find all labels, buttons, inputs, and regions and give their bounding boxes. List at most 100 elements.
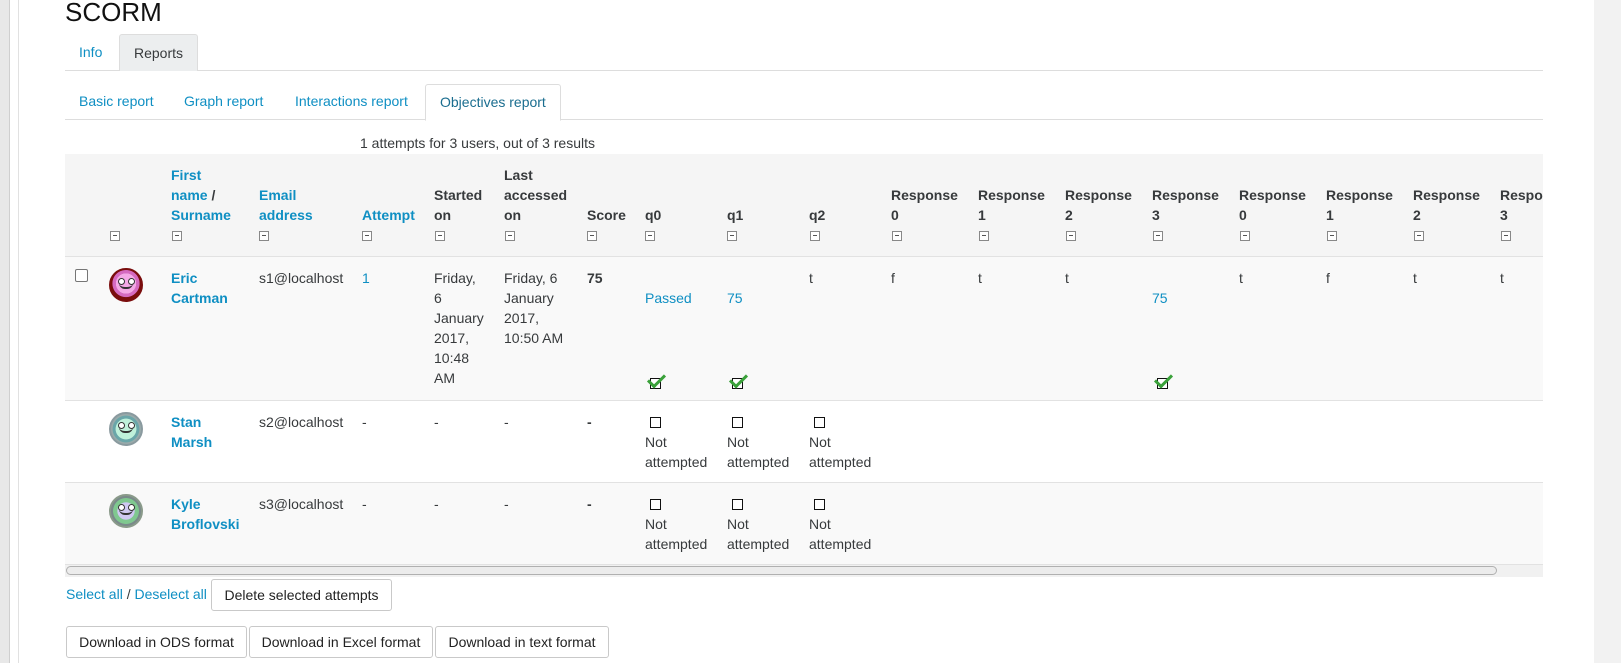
header-q1: q1 bbox=[727, 207, 744, 223]
last-accessed-value: - bbox=[504, 414, 509, 430]
tab-objectives-report[interactable]: Objectives report bbox=[425, 84, 561, 121]
collapse-icon[interactable] bbox=[1240, 231, 1250, 241]
header-response-0b: Response 0 bbox=[1239, 187, 1306, 223]
header-email: Email address bbox=[259, 185, 329, 225]
collapse-icon[interactable] bbox=[110, 231, 120, 241]
response-value: f bbox=[1326, 270, 1330, 286]
tab-graph-report[interactable]: Graph report bbox=[170, 84, 277, 119]
attempts-summary: 1 attempts for 3 users, out of 3 results bbox=[360, 135, 595, 151]
not-attempted-icon bbox=[650, 417, 661, 428]
collapse-icon[interactable] bbox=[1066, 231, 1076, 241]
download-ods-button[interactable]: Download in ODS format bbox=[66, 626, 247, 658]
table-row: Kyle Broflovski s3@localhost - - - - Not… bbox=[65, 483, 1543, 565]
download-excel-button[interactable]: Download in Excel format bbox=[249, 626, 433, 658]
user-name-link[interactable]: Stan Marsh bbox=[171, 412, 241, 452]
left-border bbox=[0, 0, 10, 663]
tab-info[interactable]: Info bbox=[65, 34, 116, 69]
delete-selected-attempts-button[interactable]: Delete selected attempts bbox=[211, 579, 392, 611]
sort-surname[interactable]: Surname bbox=[171, 207, 231, 223]
collapse-icon[interactable] bbox=[505, 231, 515, 241]
sort-email[interactable]: Email address bbox=[259, 187, 313, 223]
not-attempted-icon bbox=[814, 417, 825, 428]
header-score: Score bbox=[587, 207, 626, 223]
collapse-icon[interactable] bbox=[362, 231, 372, 241]
header-response-1: Response 1 bbox=[978, 187, 1045, 223]
collapse-icon[interactable] bbox=[979, 231, 989, 241]
last-accessed-value: Friday, 6 January 2017, 10:50 AM bbox=[504, 270, 564, 346]
collapse-icon[interactable] bbox=[435, 231, 445, 241]
not-attempted-icon bbox=[732, 417, 743, 428]
q1-status: Not attempted bbox=[727, 434, 790, 470]
q0-status-link[interactable]: Passed bbox=[645, 288, 692, 308]
response-value: t bbox=[1239, 270, 1243, 286]
row-select-checkbox[interactable] bbox=[75, 269, 88, 282]
horizontal-scrollbar-thumb[interactable] bbox=[66, 566, 1497, 575]
attempt-value: - bbox=[362, 414, 367, 430]
header-response-3b: Respo 3 bbox=[1500, 187, 1543, 223]
started-value: Friday, 6 January 2017, 10:48 AM bbox=[434, 270, 484, 386]
email-value: s2@localhost bbox=[259, 414, 344, 430]
collapse-icon[interactable] bbox=[1501, 231, 1511, 241]
collapse-icon[interactable] bbox=[727, 231, 737, 241]
collapse-icon[interactable] bbox=[1153, 231, 1163, 241]
collapse-icon[interactable] bbox=[810, 231, 820, 241]
attempt-link[interactable]: 1 bbox=[362, 268, 370, 288]
collapse-icon[interactable] bbox=[892, 231, 902, 241]
objectives-table: First name / Surname Email address Attem… bbox=[65, 154, 1543, 578]
header-q0: q0 bbox=[645, 207, 662, 223]
passed-check-icon bbox=[1157, 378, 1168, 389]
header-attempt: Attempt bbox=[362, 205, 415, 225]
header-response-1b: Response 1 bbox=[1326, 187, 1393, 223]
header-response-2: Response 2 bbox=[1065, 187, 1132, 223]
header-started-on: Started on bbox=[434, 187, 483, 223]
response-value: t bbox=[1413, 270, 1417, 286]
right-gutter bbox=[1594, 0, 1621, 663]
avatar bbox=[109, 268, 143, 302]
user-name-link[interactable]: Kyle Broflovski bbox=[171, 494, 251, 534]
not-attempted-icon bbox=[650, 499, 661, 510]
response-value: f bbox=[891, 270, 895, 286]
avatar bbox=[109, 412, 143, 446]
left-border-line bbox=[18, 0, 19, 663]
email-value: s1@localhost bbox=[259, 270, 344, 286]
last-accessed-value: - bbox=[504, 496, 509, 512]
started-value: - bbox=[434, 496, 439, 512]
collapse-icon[interactable] bbox=[1327, 231, 1337, 241]
header-response-0: Response 0 bbox=[891, 187, 958, 223]
sort-first-name[interactable]: First name bbox=[171, 167, 208, 203]
primary-tabs: Info Reports bbox=[65, 34, 1543, 71]
collapse-icon[interactable] bbox=[645, 231, 655, 241]
selection-links: Select all / Deselect all bbox=[66, 586, 207, 602]
collapse-icon[interactable] bbox=[259, 231, 269, 241]
header-last-accessed-on: Last accessed on bbox=[504, 167, 568, 223]
q2-status: Not attempted bbox=[809, 516, 872, 552]
response-value: t bbox=[978, 270, 982, 286]
report-tabs: Basic report Graph report Interactions r… bbox=[65, 84, 1543, 121]
started-value: - bbox=[434, 414, 439, 430]
header-response-2b: Response 2 bbox=[1413, 187, 1480, 223]
collapse-icon[interactable] bbox=[587, 231, 597, 241]
table-row: Eric Cartman s1@localhost 1 Friday, 6 Ja… bbox=[65, 257, 1543, 401]
header-q2: q2 bbox=[809, 207, 826, 223]
download-text-button[interactable]: Download in text format bbox=[435, 626, 609, 658]
not-attempted-icon bbox=[814, 499, 825, 510]
header-response-3: Response 3 bbox=[1152, 187, 1219, 223]
select-all-link[interactable]: Select all bbox=[66, 586, 123, 602]
q0-status: Not attempted bbox=[645, 516, 708, 552]
attempt-value: - bbox=[362, 496, 367, 512]
q1-status: Not attempted bbox=[727, 516, 790, 552]
tab-reports[interactable]: Reports bbox=[119, 34, 199, 71]
tab-basic-report[interactable]: Basic report bbox=[65, 84, 168, 119]
collapse-icon[interactable] bbox=[172, 231, 182, 241]
response-3-link[interactable]: 75 bbox=[1152, 288, 1168, 308]
score-value: - bbox=[587, 414, 592, 430]
score-value: 75 bbox=[587, 270, 603, 286]
user-name-link[interactable]: Eric Cartman bbox=[171, 268, 241, 308]
page-title: SCORM bbox=[65, 0, 162, 27]
q1-status-link[interactable]: 75 bbox=[727, 288, 743, 308]
deselect-all-link[interactable]: Deselect all bbox=[134, 586, 206, 602]
sort-attempt[interactable]: Attempt bbox=[362, 207, 415, 223]
tab-interactions-report[interactable]: Interactions report bbox=[281, 84, 422, 119]
email-value: s3@localhost bbox=[259, 496, 344, 512]
collapse-icon[interactable] bbox=[1414, 231, 1424, 241]
